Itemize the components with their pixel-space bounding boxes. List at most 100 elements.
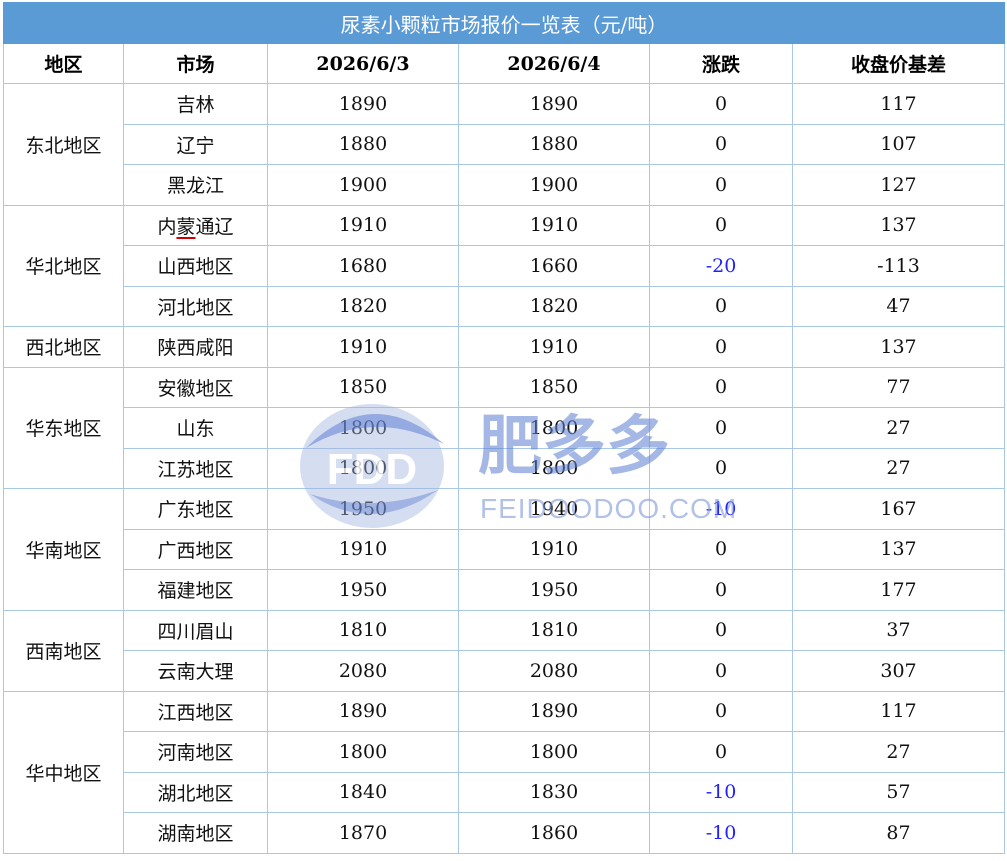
market-cell: 山西地区 — [123, 245, 268, 287]
market-cell: 江西地区 — [123, 690, 268, 732]
price-date-2-cell: 1940 — [458, 488, 650, 530]
region-cell: 华南地区 — [3, 488, 124, 611]
change-cell: 0 — [649, 164, 793, 206]
price-date-1-cell: 1680 — [267, 245, 459, 287]
table-row: 福建地区 1950 1950 0 177 — [4, 569, 1005, 611]
region-cell: 华东地区 — [3, 366, 124, 489]
market-cell: 安徽地区 — [123, 366, 268, 408]
region-cell: 东北地区 — [3, 83, 124, 206]
price-date-2-cell: 1910 — [458, 528, 650, 570]
table-row: 华东地区 安徽地区 1850 1850 0 77 — [3, 366, 1005, 489]
table-row: 湖南地区 1870 1860 -10 87 — [4, 812, 1005, 854]
market-cell: 湖南地区 — [123, 812, 268, 854]
table-row: 华中地区 江西地区 1890 1890 0 117 — [3, 690, 1005, 854]
header-basis: 收盘价基差 — [792, 43, 1005, 84]
header-region: 地区 — [3, 43, 124, 84]
table-row: 辽宁 1880 1880 0 107 — [4, 123, 1005, 165]
price-date-1-cell: 2080 — [267, 650, 459, 692]
price-date-1-cell: 1950 — [267, 488, 459, 530]
market-cell: 湖北地区 — [123, 771, 268, 813]
basis-cell: 87 — [792, 812, 1005, 854]
change-cell: 0 — [649, 609, 793, 651]
price-date-1-cell: 1910 — [267, 204, 459, 246]
price-date-2-cell: 1900 — [458, 164, 650, 206]
basis-cell: 307 — [792, 650, 1005, 692]
table-row: 江苏地区 1800 1800 0 27 — [4, 447, 1005, 489]
price-date-1-cell: 1800 — [267, 407, 459, 449]
price-date-1-cell: 1910 — [267, 326, 459, 368]
title-row: 尿素小颗粒市场报价一览表（元/吨） — [3, 2, 1005, 44]
basis-cell: 167 — [792, 488, 1005, 530]
price-date-1-cell: 1890 — [267, 83, 459, 125]
change-cell: 0 — [649, 285, 793, 327]
market-text: 内蒙通辽 — [157, 215, 234, 238]
price-date-1-cell: 1890 — [267, 690, 459, 732]
price-date-2-cell: 1910 — [458, 204, 650, 246]
change-cell: 0 — [649, 447, 793, 489]
change-cell: 0 — [649, 204, 793, 246]
header-date-1: 2026/6/3 — [267, 43, 459, 84]
price-date-2-cell: 1950 — [458, 569, 650, 611]
table-row: 广西地区 1910 1910 0 137 — [4, 528, 1005, 570]
basis-cell: 137 — [792, 528, 1005, 570]
market-cell: 黑龙江 — [123, 164, 268, 206]
price-date-2-cell: 1880 — [458, 123, 650, 165]
price-date-1-cell: 1900 — [267, 164, 459, 206]
price-date-1-cell: 1870 — [267, 812, 459, 854]
basis-cell: 137 — [792, 204, 1005, 246]
basis-cell: 127 — [792, 164, 1005, 206]
table-row: 华南地区 广东地区 1950 1940 -10 167 — [3, 488, 1005, 611]
change-cell: 0 — [649, 690, 793, 732]
price-sheet: 尿素小颗粒市场报价一览表（元/吨） 地区 市场 2026/6/3 2026/6/… — [3, 2, 1005, 854]
basis-cell: 57 — [792, 771, 1005, 813]
market-cell: 河南地区 — [123, 731, 268, 773]
price-table: 尿素小颗粒市场报价一览表（元/吨） 地区 市场 2026/6/3 2026/6/… — [3, 2, 1005, 854]
change-cell: 0 — [649, 407, 793, 449]
market-cell: 福建地区 — [123, 569, 268, 611]
header-market: 市场 — [123, 43, 268, 84]
basis-cell: 47 — [792, 285, 1005, 327]
market-cell: 吉林 — [123, 83, 268, 125]
basis-cell: 177 — [792, 569, 1005, 611]
price-date-2-cell: 1910 — [458, 326, 650, 368]
price-date-2-cell: 2080 — [458, 650, 650, 692]
basis-cell: 117 — [792, 690, 1005, 732]
price-date-2-cell: 1800 — [458, 447, 650, 489]
market-cell: 江苏地区 — [123, 447, 268, 489]
price-date-2-cell: 1660 — [458, 245, 650, 287]
region-cell: 西北地区 — [3, 326, 124, 368]
change-cell: -10 — [649, 812, 793, 854]
table-row: 西南地区 四川眉山 1810 1810 0 37 — [3, 609, 1005, 692]
price-date-1-cell: 1850 — [267, 366, 459, 408]
market-cell: 陕西咸阳 — [123, 326, 268, 368]
basis-cell: 27 — [792, 407, 1005, 449]
market-cell: 辽宁 — [123, 123, 268, 165]
market-cell: 河北地区 — [123, 285, 268, 327]
header-date-2: 2026/6/4 — [458, 43, 650, 84]
price-date-2-cell: 1800 — [458, 731, 650, 773]
change-cell: 0 — [649, 366, 793, 408]
price-date-2-cell: 1890 — [458, 690, 650, 732]
price-date-1-cell: 1820 — [267, 285, 459, 327]
price-date-1-cell: 1950 — [267, 569, 459, 611]
market-cell: 广西地区 — [123, 528, 268, 570]
market-cell: 山东 — [123, 407, 268, 449]
table-row: 河南地区 1800 1800 0 27 — [4, 731, 1005, 773]
change-cell: 0 — [649, 731, 793, 773]
change-cell: 0 — [649, 326, 793, 368]
region-cell: 西南地区 — [3, 609, 124, 692]
market-cell: 云南大理 — [123, 650, 268, 692]
basis-cell: 37 — [792, 609, 1005, 651]
change-cell: 0 — [649, 650, 793, 692]
basis-cell: 107 — [792, 123, 1005, 165]
price-date-1-cell: 1800 — [267, 731, 459, 773]
table-row: 西北地区 陕西咸阳 1910 1910 0 137 — [3, 326, 1005, 368]
change-cell: -20 — [649, 245, 793, 287]
header-change: 涨跌 — [649, 43, 793, 84]
change-cell: -10 — [649, 488, 793, 530]
price-date-1-cell: 1910 — [267, 528, 459, 570]
price-date-2-cell: 1850 — [458, 366, 650, 408]
table-row: 黑龙江 1900 1900 0 127 — [4, 164, 1005, 206]
basis-cell: 27 — [792, 447, 1005, 489]
region-cell: 华中地区 — [3, 690, 124, 854]
